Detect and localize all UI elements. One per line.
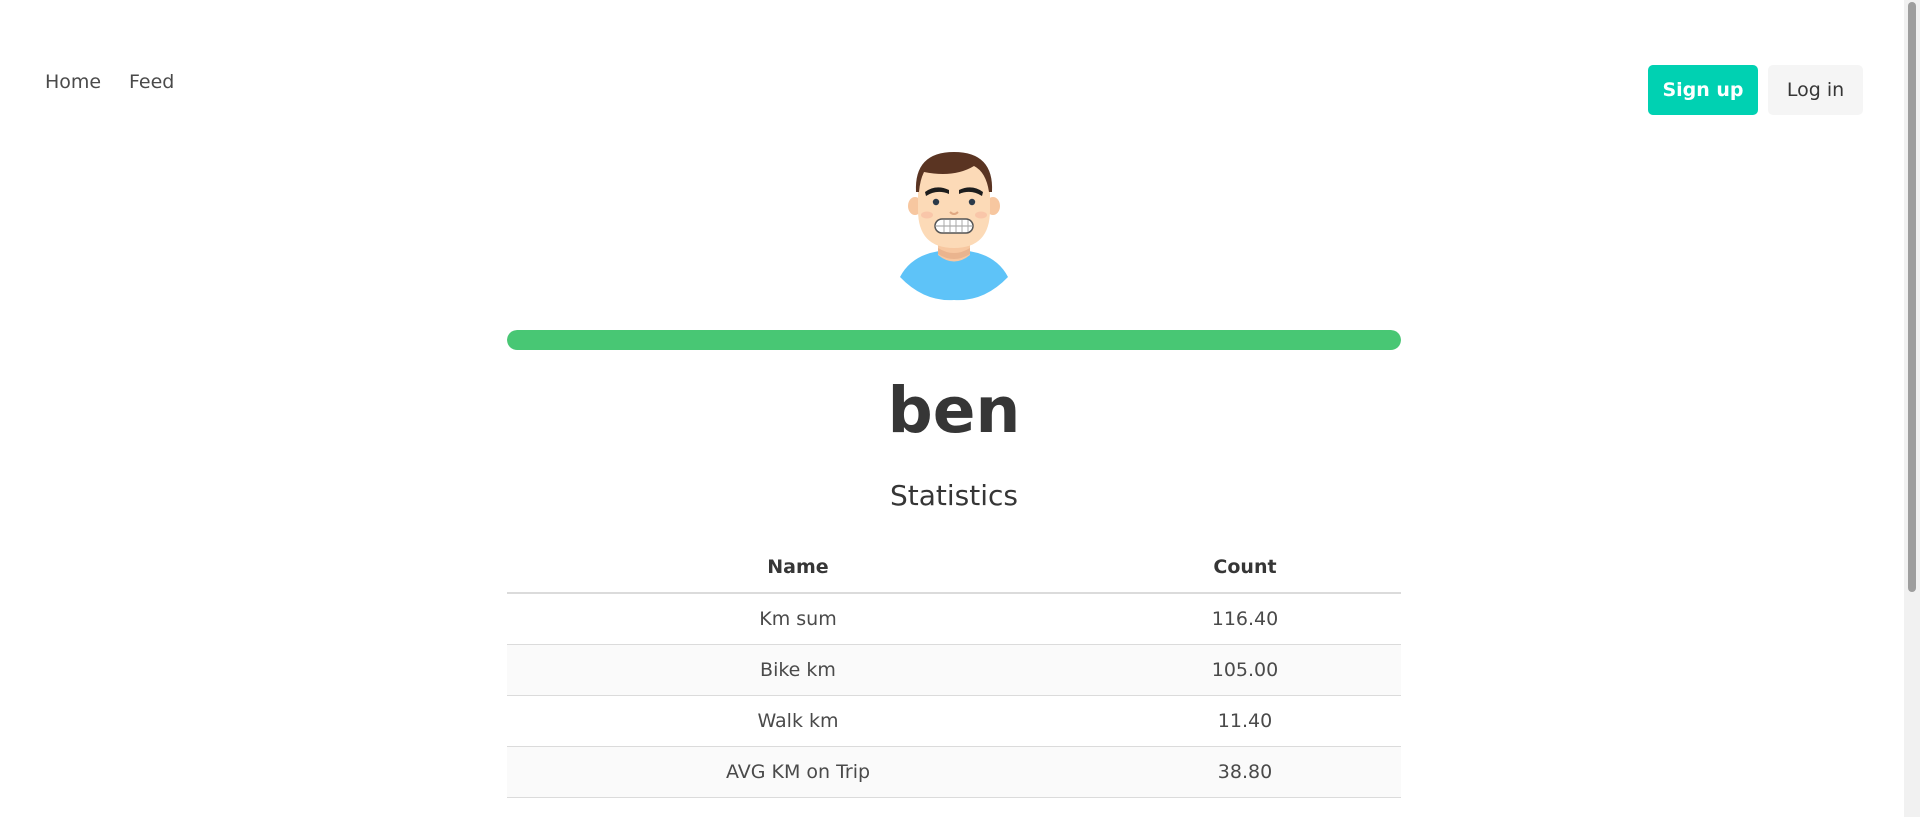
row-name-cell: Km sum	[507, 593, 1089, 645]
row-name-cell: Bike km	[507, 644, 1089, 696]
table-row: AVG KM on Trip 38.80	[507, 746, 1401, 798]
table-row: Km sum 116.40	[507, 593, 1401, 645]
row-count-cell: 105.00	[1089, 644, 1401, 696]
row-name-cell: Walk km	[507, 695, 1089, 747]
nav-home-link[interactable]: Home	[45, 71, 101, 93]
row-count-cell: 116.40	[1089, 593, 1401, 645]
table-row: Bike km 105.00	[507, 644, 1401, 696]
progress-bar	[507, 330, 1401, 350]
login-button[interactable]: Log in	[1768, 65, 1863, 115]
navbar: Home Feed Sign up Log in	[0, 53, 1904, 115]
statistics-table: Name Count Km sum 116.40 Bike km 105.00 …	[507, 541, 1401, 798]
row-count-cell: 11.40	[1089, 695, 1401, 747]
column-header-name: Name	[507, 541, 1089, 594]
page: Home Feed Sign up Log in ben Statistics …	[0, 0, 1904, 817]
cartoon-man-avatar-icon	[900, 152, 1008, 301]
scrollbar-thumb[interactable]	[1908, 2, 1916, 592]
row-name-cell: AVG KM on Trip	[507, 746, 1089, 798]
progress-bar-fill	[507, 330, 1401, 350]
vertical-scrollbar[interactable]	[1904, 0, 1920, 817]
username-title: ben	[887, 374, 1021, 447]
signup-button[interactable]: Sign up	[1648, 65, 1758, 115]
statistics-heading: Statistics	[890, 479, 1018, 512]
nav-feed-link[interactable]: Feed	[129, 71, 174, 93]
column-header-count: Count	[1089, 541, 1401, 594]
table-row: Walk km 11.40	[507, 695, 1401, 747]
table-header-row: Name Count	[507, 541, 1401, 594]
row-count-cell: 38.80	[1089, 746, 1401, 798]
avatar	[894, 150, 1014, 302]
